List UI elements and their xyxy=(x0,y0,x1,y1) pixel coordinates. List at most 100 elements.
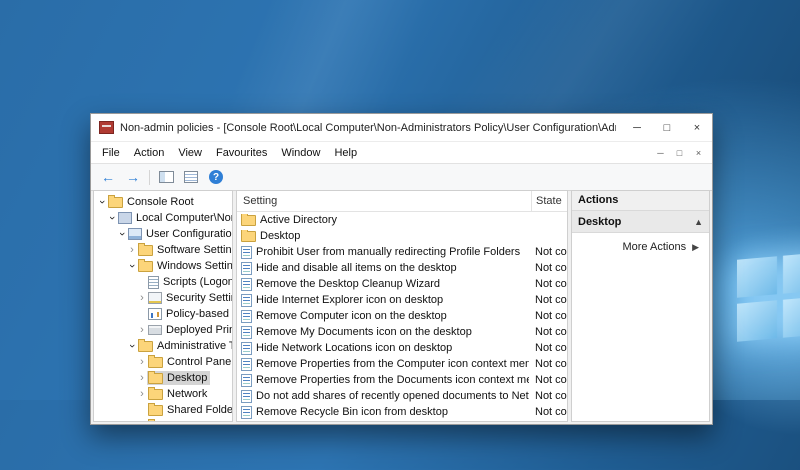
tree-item-software-settings[interactable]: › Software Settings xyxy=(94,242,232,258)
list-row-prohibit-user-from-manually-redirecting-profile-folders[interactable]: Prohibit User from manually redirecting … xyxy=(237,244,567,260)
tree-item-administrative-tem[interactable]: › Administrative Tem xyxy=(94,338,232,354)
forward-icon[interactable] xyxy=(124,168,142,186)
windows-logo-pane xyxy=(737,300,777,342)
close-button[interactable]: × xyxy=(682,114,712,141)
list-row-remove-properties-from-the-recycle-bin-context-menu[interactable]: Remove Properties from the Recycle Bin c… xyxy=(237,420,567,421)
menu-help[interactable]: Help xyxy=(327,145,364,161)
collapse-chevron-icon[interactable]: › xyxy=(126,261,138,271)
more-actions-button[interactable]: More Actions ▶ xyxy=(572,235,709,259)
expand-chevron-icon[interactable]: › xyxy=(137,325,147,336)
list-row-do-not-add-shares-of-recently-opened-documents-to-networ[interactable]: Do not add shares of recently opened doc… xyxy=(237,388,567,404)
tree-item-label: Deployed Printe xyxy=(166,324,232,336)
setting-icon xyxy=(241,309,252,323)
tree-item-console-root[interactable]: › Console Root xyxy=(94,194,232,210)
expand-chevron-icon[interactable]: › xyxy=(137,293,147,304)
setting-label: Prohibit User from manually redirecting … xyxy=(256,246,521,258)
tree-item-label: Shared Folders xyxy=(167,404,232,416)
mdi-close-button[interactable]: × xyxy=(689,145,708,161)
export-list-icon[interactable] xyxy=(182,168,200,186)
tree-item-windows-settings[interactable]: › Windows Settings xyxy=(94,258,232,274)
mdi-restore-button[interactable]: □ xyxy=(670,145,689,161)
expand-chevron-icon[interactable]: › xyxy=(137,357,147,368)
column-header-setting[interactable]: Setting xyxy=(237,191,532,211)
setting-cell: Remove Recycle Bin icon from desktop xyxy=(237,405,529,419)
menu-favourites[interactable]: Favourites xyxy=(209,145,274,161)
list-row-hide-network-locations-icon-on-desktop[interactable]: Hide Network Locations icon on desktop No… xyxy=(237,340,567,356)
setting-label: Remove Properties from the Documents ico… xyxy=(256,374,529,386)
collapse-group-icon[interactable]: ▲ xyxy=(694,217,703,227)
list-row-remove-computer-icon-on-the-desktop[interactable]: Remove Computer icon on the desktop Not c… xyxy=(237,308,567,324)
more-actions-label: More Actions xyxy=(622,241,687,253)
tree-item-policy-based-q[interactable]: Policy-based Q xyxy=(94,306,232,322)
tree-item-desktop[interactable]: › Desktop xyxy=(94,370,232,386)
setting-cell: Prohibit User from manually redirecting … xyxy=(237,245,529,259)
scripts-icon xyxy=(148,275,159,289)
mdi-minimize-button[interactable]: ─ xyxy=(651,145,670,161)
list-row-remove-my-documents-icon-on-the-desktop[interactable]: Remove My Documents icon on the desktop N… xyxy=(237,324,567,340)
menu-view[interactable]: View xyxy=(171,145,209,161)
list-row-remove-recycle-bin-icon-from-desktop[interactable]: Remove Recycle Bin icon from desktop Not … xyxy=(237,404,567,420)
settings-list: Active Directory Desktop Prohibit User fro… xyxy=(237,212,567,421)
setting-label: Remove My Documents icon on the desktop xyxy=(256,326,472,338)
setting-label: Desktop xyxy=(260,230,301,242)
list-row-remove-properties-from-the-documents-icon-context-menu[interactable]: Remove Properties from the Documents ico… xyxy=(237,372,567,388)
tree-item-label: User Configuration xyxy=(146,228,232,240)
setting-icon xyxy=(241,341,252,355)
setting-label: Remove the Desktop Cleanup Wizard xyxy=(256,278,441,290)
expand-chevron-icon[interactable]: › xyxy=(127,245,137,256)
folder-icon xyxy=(148,387,163,400)
actions-group-label: Desktop xyxy=(578,215,622,228)
collapse-chevron-icon[interactable]: › xyxy=(106,213,118,223)
setting-icon xyxy=(241,277,252,291)
setting-icon xyxy=(241,405,252,419)
list-row-desktop[interactable]: Desktop xyxy=(237,228,567,244)
list-row-remove-properties-from-the-computer-icon-context-menu[interactable]: Remove Properties from the Computer icon… xyxy=(237,356,567,372)
titlebar[interactable]: Non-admin policies - [Console Root\Local… xyxy=(91,114,712,141)
tree-item-user-configuration[interactable]: › User Configuration xyxy=(94,226,232,242)
setting-label: Do not add shares of recently opened doc… xyxy=(256,390,529,402)
tree-item-deployed-printe[interactable]: › Deployed Printe xyxy=(94,322,232,338)
setting-cell: Hide Network Locations icon on desktop xyxy=(237,341,529,355)
tree-item-local-computer-non-adm[interactable]: › Local Computer\Non-Adm xyxy=(94,210,232,226)
setting-icon xyxy=(241,261,252,275)
expand-chevron-icon[interactable]: › xyxy=(140,421,144,422)
windows-logo xyxy=(737,252,800,342)
menu-file[interactable]: File xyxy=(95,145,127,161)
actions-group-desktop[interactable]: Desktop ▲ xyxy=(572,211,709,233)
list-row-hide-and-disable-all-items-on-the-desktop[interactable]: Hide and disable all items on the deskto… xyxy=(237,260,567,276)
tree-item-label: Scripts (Logon/ xyxy=(163,276,232,288)
window-controls: ─ □ × xyxy=(622,114,712,141)
tree-item-control-panel[interactable]: › Control Panel xyxy=(94,354,232,370)
setting-label: Hide Network Locations icon on desktop xyxy=(256,342,453,354)
expand-chevron-icon[interactable]: › xyxy=(137,389,147,400)
setting-label: Active Directory xyxy=(260,214,338,226)
tree-item-shared-folders[interactable]: Shared Folders xyxy=(94,402,232,418)
collapse-chevron-icon[interactable]: › xyxy=(126,341,138,351)
tree-item-security-setting[interactable]: › Security Setting xyxy=(94,290,232,306)
maximize-button[interactable]: □ xyxy=(652,114,682,141)
back-icon[interactable] xyxy=(99,168,117,186)
help-icon[interactable] xyxy=(207,168,225,186)
tree-item-scripts-logon[interactable]: Scripts (Logon/ xyxy=(94,274,232,290)
setting-cell: Desktop xyxy=(237,230,529,242)
setting-cell: Remove Properties from the Computer icon… xyxy=(237,357,529,371)
menu-window[interactable]: Window xyxy=(274,145,327,161)
windows-logo-pane xyxy=(783,296,800,338)
console-tree-icon[interactable] xyxy=(157,168,175,186)
expand-chevron-icon[interactable]: › xyxy=(137,373,147,384)
collapse-chevron-icon[interactable]: › xyxy=(116,229,128,239)
mdi-window-controls: ─ □ × xyxy=(651,145,708,161)
state-cell: Not configu xyxy=(535,246,567,258)
windows-logo-pane xyxy=(783,252,800,294)
list-row-hide-internet-explorer-icon-on-desktop[interactable]: Hide Internet Explorer icon on desktop No… xyxy=(237,292,567,308)
tree-item-label: Desktop xyxy=(167,372,208,384)
setting-cell: Do not add shares of recently opened doc… xyxy=(237,389,529,403)
list-row-remove-the-desktop-cleanup-wizard[interactable]: Remove the Desktop Cleanup Wizard Not con… xyxy=(237,276,567,292)
tree-item-start-menu-an[interactable]: › Start Menu an xyxy=(94,418,232,422)
collapse-chevron-icon[interactable]: › xyxy=(96,197,108,207)
column-header-state[interactable]: State xyxy=(532,195,567,207)
menu-action[interactable]: Action xyxy=(127,145,172,161)
list-row-active-directory[interactable]: Active Directory xyxy=(237,212,567,228)
setting-icon xyxy=(241,325,252,339)
minimize-button[interactable]: ─ xyxy=(622,114,652,141)
